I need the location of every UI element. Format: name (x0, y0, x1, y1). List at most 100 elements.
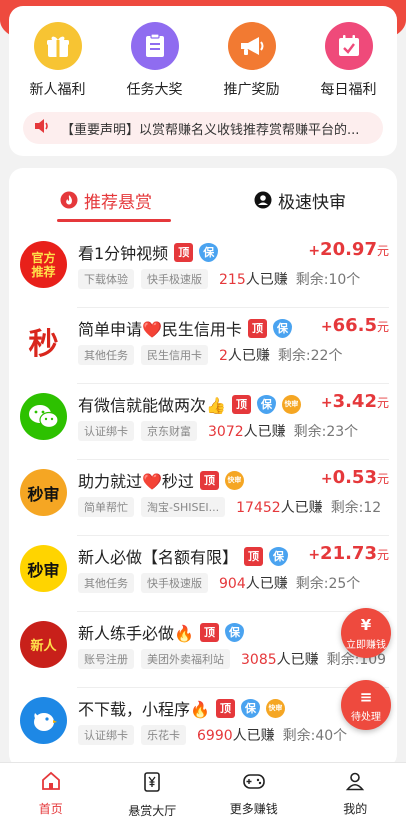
task-item[interactable]: 有微信就能做两次👍 顶 保 快审 认证绑卡 京东财富 3072人已赚 剩余:23… (9, 384, 397, 460)
tab-label: 极速快审 (278, 192, 346, 213)
earned-count: 6990人已赚 (197, 728, 275, 744)
guarantee-badge-icon: 保 (272, 318, 292, 338)
earned-count: 3072人已赚 (208, 424, 286, 440)
fast-review-badge-icon: 快审 (281, 394, 301, 414)
earn-now-button[interactable]: ¥ 立即赚钱 (341, 608, 391, 658)
nav-home[interactable]: 首页 (0, 763, 102, 825)
top-badge: 顶 (199, 622, 219, 642)
guarantee-badge-icon: 保 (224, 622, 244, 642)
task-item[interactable]: 秒审 助力就过❤️秒过 顶 快审 简单帮忙 淘宝-SHISEI... 17452… (9, 460, 397, 536)
task-title: 看1分钟视频 (78, 244, 169, 263)
task-tag: 简单帮忙 (78, 497, 134, 517)
bird-icon (20, 697, 67, 744)
shortcuts-card: 新人福利 任务大奖 推广奖励 每日福利 【重要声明】以赏帮赚名义收钱推荐赏帮赚平… (9, 6, 397, 156)
float-label: 待处理 (351, 711, 381, 723)
nav-bounty-hall[interactable]: 悬赏大厅 (102, 763, 204, 825)
avatar-text: 秒审 (27, 560, 60, 580)
task-title: 新人必做【名额有限】 (78, 548, 239, 567)
shortcut-task-prize[interactable]: 任务大奖 (110, 22, 200, 99)
task-tag: 乐花卡 (141, 725, 186, 745)
reward-amount: +3.42元 (320, 391, 389, 412)
task-avatar-newbie: 新人 (20, 621, 67, 668)
avatar-text: 秒 (28, 326, 59, 362)
task-tag: 民生信用卡 (141, 345, 208, 365)
task-item[interactable]: 秒审 新人必做【名额有限】 顶 保 其他任务 快手极速版 904人已赚 剩余:2… (9, 536, 397, 612)
guarantee-badge-icon: 保 (269, 546, 289, 566)
nav-label: 首页 (38, 802, 63, 816)
earned-count: 215人已赚 (219, 272, 288, 288)
remaining-count: 剩余:10个 (295, 272, 361, 288)
task-tag: 美团外卖福利站 (141, 649, 230, 669)
top-badge: 顶 (174, 242, 194, 262)
top-badge: 顶 (231, 394, 251, 414)
task-list-icon (130, 22, 179, 70)
task-title: 简单申请❤️民生信用卡 (78, 320, 242, 339)
top-badge: 顶 (244, 546, 264, 566)
task-item[interactable]: 新人 新人练手必做🔥 顶 保 账号注册 美团外卖福利站 3085人已赚 剩余:1… (9, 612, 397, 688)
remaining-count: 剩余:40个 (282, 728, 348, 744)
shortcut-grid: 新人福利 任务大奖 推广奖励 每日福利 (9, 6, 397, 99)
shortcut-referral-reward[interactable]: 推广奖励 (207, 22, 297, 99)
reward-amount: +66.5元 (320, 315, 389, 336)
task-tag: 账号注册 (78, 649, 134, 669)
megaphone-icon (227, 22, 276, 70)
guarantee-badge-icon: 保 (256, 394, 276, 414)
wechat-icon (20, 393, 67, 440)
task-avatar-instant-review: 秒审 (20, 545, 67, 592)
float-label: 立即赚钱 (346, 639, 386, 651)
shortcut-daily-welfare[interactable]: 每日福利 (304, 22, 394, 99)
shortcut-newbie-welfare[interactable]: 新人福利 (13, 22, 103, 99)
task-tag: 其他任务 (78, 573, 134, 593)
task-tag: 下载体验 (78, 269, 134, 289)
user-icon (345, 771, 365, 795)
tab-fast-review[interactable]: 极速快审 (203, 168, 397, 232)
reward-amount: +0.53元 (320, 467, 389, 488)
task-tag: 淘宝-SHISEI... (141, 497, 226, 517)
guarantee-badge-icon: 保 (240, 698, 260, 718)
task-tabs: 推荐悬赏 极速快审 (9, 168, 397, 232)
tab-recommended-rewards[interactable]: 推荐悬赏 (9, 168, 203, 232)
pending-button[interactable]: ≡ 待处理 (341, 680, 391, 730)
earned-count: 3085人已赚 (241, 652, 319, 668)
calendar-check-icon (324, 22, 373, 70)
fast-review-badge-icon: 快审 (224, 470, 244, 490)
shortcut-label: 每日福利 (320, 82, 377, 98)
task-title: 助力就过❤️秒过 (78, 472, 194, 491)
list-icon: ≡ (359, 687, 373, 706)
task-item[interactable]: 官方 推荐 看1分钟视频 顶 保 下载体验 快手极速版 215人已赚 剩余:10… (9, 232, 397, 308)
task-tag: 认证绑卡 (78, 421, 134, 441)
remaining-count: 剩余:25个 (295, 576, 361, 592)
flame-icon (60, 191, 78, 209)
top-badge: 顶 (199, 470, 219, 490)
user-circle-icon (254, 191, 272, 209)
task-item[interactable]: 不下载，小程序🔥 顶 保 快审 认证绑卡 乐花卡 6990人已赚 剩余:40个 (9, 688, 397, 764)
avatar-text: 秒审 (27, 484, 60, 504)
nav-profile[interactable]: 我的 (305, 763, 406, 825)
nav-more-earnings[interactable]: 更多赚钱 (203, 763, 305, 825)
shortcut-label: 新人福利 (29, 82, 86, 98)
task-title: 有微信就能做两次👍 (78, 396, 226, 415)
avatar-text: 官方 推荐 (31, 250, 56, 279)
task-title: 新人练手必做🔥 (78, 624, 194, 643)
task-avatar-instant-review: 秒审 (20, 469, 67, 516)
task-list-card: 推荐悬赏 极速快审 官方 推荐 看1分钟视频 顶 保 下载体验 快手极速版 21… (9, 168, 397, 768)
guarantee-badge-icon: 保 (199, 242, 219, 262)
home-icon (40, 771, 62, 795)
notice-bar[interactable]: 【重要声明】以赏帮赚名义收钱推荐赏帮赚平台的... (23, 112, 383, 144)
fast-review-badge-icon: 快审 (265, 698, 285, 718)
yen-doc-icon (142, 771, 162, 797)
task-avatar-official: 官方 推荐 (20, 241, 67, 288)
shortcut-label: 任务大奖 (126, 82, 183, 98)
tab-label: 推荐悬赏 (84, 192, 152, 213)
earned-count: 17452人已赚 (236, 500, 323, 516)
nav-label: 我的 (343, 802, 368, 816)
shortcut-label: 推广奖励 (223, 82, 280, 98)
bottom-nav: 首页 悬赏大厅 更多赚钱 我的 (0, 762, 406, 825)
speaker-icon (33, 118, 51, 138)
task-title: 不下载，小程序🔥 (78, 700, 210, 719)
reward-amount: +21.73元 (308, 543, 389, 564)
top-badge: 顶 (247, 318, 267, 338)
earned-count: 2人已赚 (219, 348, 270, 364)
remaining-count: 剩余:23个 (293, 424, 359, 440)
task-item[interactable]: 秒 简单申请❤️民生信用卡 顶 保 其他任务 民生信用卡 2人已赚 剩余:22个… (9, 308, 397, 384)
